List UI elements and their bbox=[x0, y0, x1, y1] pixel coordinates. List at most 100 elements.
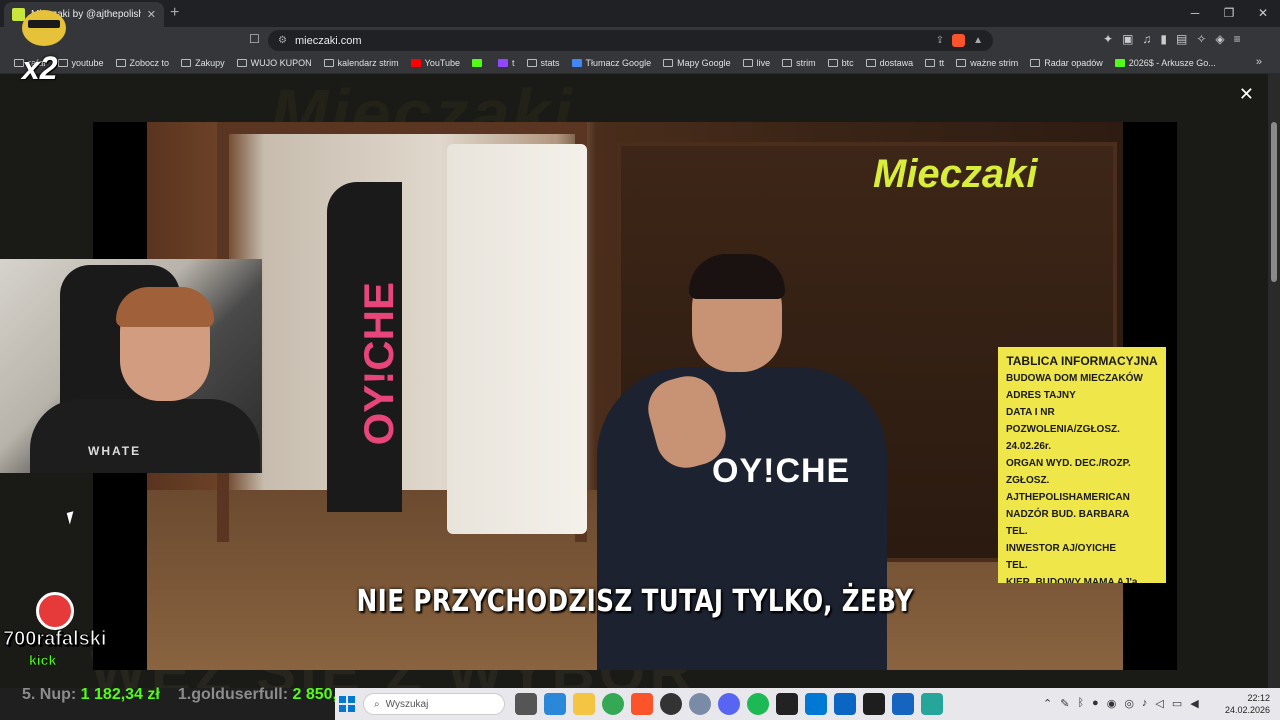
close-window-button[interactable]: ✕ bbox=[1246, 0, 1280, 26]
bookmark-item[interactable]: Tłumacz Google bbox=[566, 53, 658, 73]
menu-icon[interactable]: ≡ bbox=[1234, 32, 1241, 46]
wallet-icon[interactable]: ▤ bbox=[1176, 32, 1187, 46]
bookmark-item[interactable]: t bbox=[492, 53, 521, 73]
tab-close-icon[interactable]: ✕ bbox=[147, 8, 156, 21]
sidebar-icon[interactable]: ▮ bbox=[1160, 32, 1167, 46]
sign-line: TEL. bbox=[1006, 560, 1028, 571]
folder-icon bbox=[181, 59, 192, 67]
bookmark-item[interactable]: kalendarz strim bbox=[318, 53, 405, 73]
brave-icon[interactable] bbox=[631, 693, 653, 715]
kick-brand: kick bbox=[29, 652, 57, 669]
bluetooth-icon[interactable]: ᛒ bbox=[1077, 697, 1084, 710]
brave-shield-icon[interactable] bbox=[952, 34, 966, 47]
tray-expand-icon[interactable]: ⌃ bbox=[1043, 697, 1052, 710]
folder-icon bbox=[742, 59, 753, 67]
bookmark-item[interactable]: btc bbox=[822, 53, 860, 73]
sign-line: AJTHEPOLISHAMERICAN bbox=[1006, 492, 1130, 503]
share-icon[interactable]: ⇪ bbox=[936, 35, 944, 46]
bookmark-item[interactable]: stats bbox=[521, 53, 566, 73]
bookmark-item[interactable]: 2026$ - Arkusze Go... bbox=[1109, 53, 1222, 73]
microphone-icon[interactable]: ♪ bbox=[1142, 697, 1148, 710]
close-modal-icon[interactable]: ✕ bbox=[1239, 84, 1254, 105]
photos-icon[interactable] bbox=[544, 693, 566, 715]
folder-icon bbox=[782, 59, 793, 67]
restore-button[interactable]: ❐ bbox=[1212, 0, 1246, 26]
bookmark-item[interactable]: WUJO KUPON bbox=[231, 53, 318, 73]
davinci-icon[interactable] bbox=[863, 693, 885, 715]
screenshot-icon[interactable]: ▣ bbox=[1122, 32, 1133, 46]
file-explorer-icon[interactable] bbox=[573, 693, 595, 715]
minimize-button[interactable]: ─ bbox=[1178, 0, 1212, 26]
page-scrollbar[interactable] bbox=[1268, 74, 1280, 688]
search-placeholder: Wyszukaj bbox=[385, 698, 429, 710]
site-info-icon[interactable]: ⚙ bbox=[278, 35, 287, 46]
twitch-icon bbox=[498, 59, 509, 67]
bookmark-item[interactable] bbox=[466, 53, 492, 73]
sign-line: ORGAN WYD. DEC./ROZP. ZGŁOSZ. bbox=[1006, 458, 1131, 486]
bookmark-label: dostawa bbox=[879, 58, 914, 68]
bookmark-item[interactable]: live bbox=[737, 53, 777, 73]
folder-icon bbox=[865, 59, 876, 67]
taskbar-clock[interactable]: 22:12 24.02.2026 bbox=[1225, 692, 1270, 716]
bookmark-item[interactable]: ważne strim bbox=[950, 53, 1024, 73]
ticker-label: 5. Nup: bbox=[22, 686, 77, 703]
bookmark-label: stats bbox=[540, 58, 560, 68]
calculator-icon[interactable] bbox=[805, 693, 827, 715]
task-view-icon[interactable] bbox=[515, 693, 537, 715]
ticker-entry: 1.golduserfull: 2 850,00 zł bbox=[178, 686, 335, 706]
app-icon[interactable] bbox=[689, 693, 711, 715]
bookmark-item[interactable]: Mapy Google bbox=[657, 53, 737, 73]
sweater-logo: OY!CHE bbox=[712, 452, 851, 490]
windows-taskbar: ⌕ Wyszukaj ⌃ ✎ ᛒ ● ◉ ◎ ♪ ◁ ▭ ◀ 22:12 24.… bbox=[335, 688, 1280, 720]
weather-icon bbox=[1030, 59, 1041, 67]
bookmark-item[interactable]: youtube bbox=[52, 53, 110, 73]
bookmark-item[interactable]: tt bbox=[919, 53, 950, 73]
windows-start-icon[interactable] bbox=[339, 696, 355, 712]
leo-icon[interactable]: ✧ bbox=[1196, 32, 1206, 46]
bookmark-icon[interactable]: ☐ bbox=[249, 32, 260, 46]
bookmark-label: tt bbox=[939, 58, 945, 68]
bookmark-label: kalendarz strim bbox=[337, 58, 399, 68]
speaker-icon[interactable]: ◀ bbox=[1190, 697, 1198, 710]
presenter-sweater: OY!CHE bbox=[597, 367, 887, 670]
spotify-icon[interactable] bbox=[747, 693, 769, 715]
obs-icon[interactable] bbox=[660, 693, 682, 715]
bookmark-item[interactable]: YouTube bbox=[405, 53, 466, 73]
vpn-icon[interactable]: ◈ bbox=[1215, 32, 1224, 46]
extensions-icon[interactable]: ✦ bbox=[1103, 32, 1113, 46]
address-bar[interactable]: ⚙ mieczaki.com ⇪ ▲ bbox=[268, 30, 993, 51]
scroll-thumb[interactable] bbox=[1271, 122, 1277, 282]
bookmark-label: 2026$ - Arkusze Go... bbox=[1128, 58, 1216, 68]
new-tab-button[interactable]: + bbox=[170, 4, 179, 22]
streamer-body bbox=[30, 399, 260, 473]
kick-app-icon[interactable] bbox=[834, 693, 856, 715]
bookmark-item[interactable]: Zobocz to bbox=[110, 53, 176, 73]
more-bookmarks-icon[interactable]: » bbox=[1256, 56, 1262, 68]
window-controls: ─ ❐ ✕ bbox=[1178, 0, 1280, 26]
display-icon[interactable]: ▭ bbox=[1172, 697, 1182, 710]
network-tray-icon[interactable]: ◎ bbox=[1124, 697, 1134, 710]
bookmark-item[interactable]: Radar opadów bbox=[1024, 53, 1109, 73]
media-icon[interactable]: ♫ bbox=[1142, 32, 1151, 46]
folder-icon bbox=[323, 59, 334, 67]
bookmark-item[interactable]: strim bbox=[776, 53, 822, 73]
bookmark-item[interactable]: Zakupy bbox=[175, 53, 231, 73]
rewards-icon[interactable]: ▲ bbox=[973, 35, 983, 46]
banner-flag: OY!CHE bbox=[327, 182, 402, 512]
steam-icon[interactable]: ◉ bbox=[1107, 697, 1117, 710]
volume-icon[interactable]: ◁ bbox=[1155, 697, 1163, 710]
bookmark-item[interactable]: dostawa bbox=[860, 53, 920, 73]
mascot-icon bbox=[36, 592, 74, 630]
folder-icon bbox=[925, 59, 936, 67]
app-tray-icon[interactable]: ● bbox=[1092, 697, 1099, 710]
game-icon[interactable] bbox=[776, 693, 798, 715]
notes-icon[interactable] bbox=[892, 693, 914, 715]
bookmarks-bar: rafał youtube Zobocz to Zakupy WUJO KUPON kal… bbox=[0, 53, 1280, 74]
bookmark-label: WUJO KUPON bbox=[250, 58, 312, 68]
search-icon: ⌕ bbox=[374, 698, 380, 710]
discord-icon[interactable] bbox=[718, 693, 740, 715]
taskbar-search[interactable]: ⌕ Wyszukaj bbox=[363, 693, 505, 715]
pen-icon[interactable]: ✎ bbox=[1060, 697, 1069, 710]
app-icon-2[interactable] bbox=[921, 693, 943, 715]
chrome-icon[interactable] bbox=[602, 693, 624, 715]
